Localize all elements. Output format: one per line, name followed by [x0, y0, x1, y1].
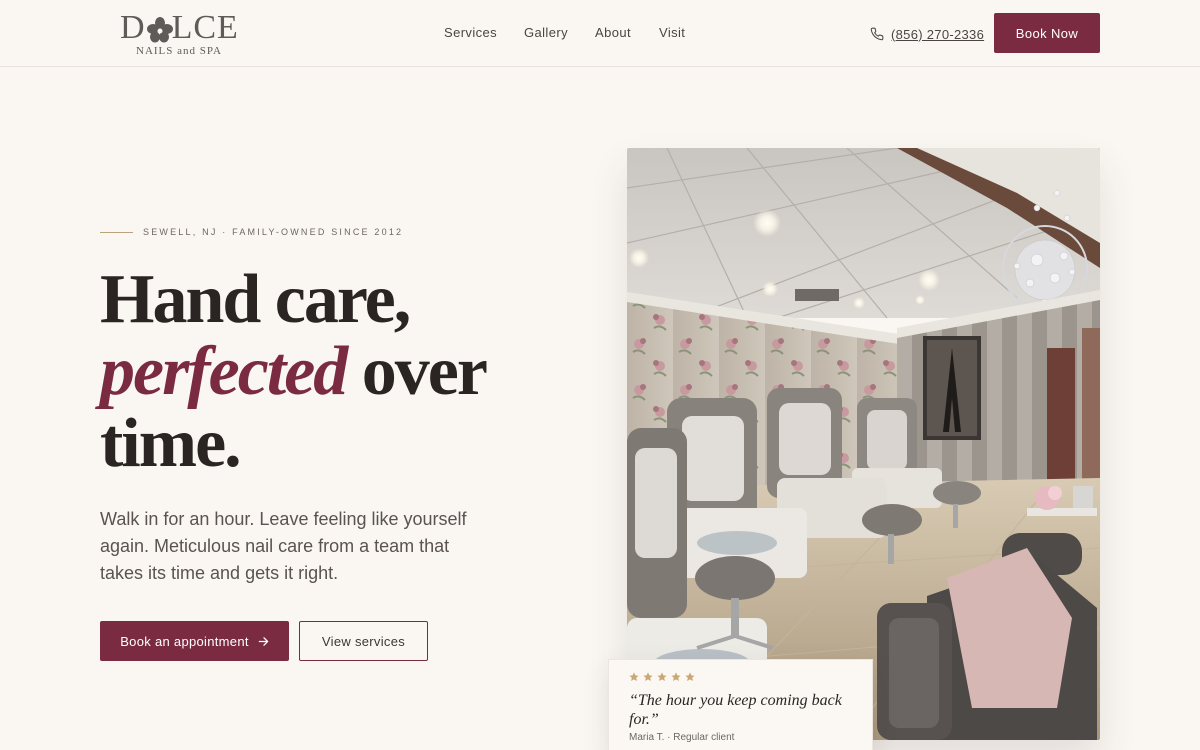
- phone-icon: [870, 27, 884, 41]
- headline-accent: perfected: [100, 333, 348, 410]
- nav-link-visit[interactable]: Visit: [659, 25, 685, 40]
- headline-line-2: perfected over: [100, 336, 560, 408]
- headline-line-2-rest: over: [346, 333, 488, 410]
- brand-logo[interactable]: D LCE NAILS and SPA: [120, 10, 240, 60]
- flower-icon: [147, 17, 173, 43]
- page: D LCE NAILS and SPA Services Gallery Abou…: [0, 0, 1200, 750]
- salon-illustration: [627, 148, 1100, 740]
- top-nav: D LCE NAILS and SPA Services Gallery Abou…: [0, 0, 1200, 67]
- phone-link[interactable]: (856) 270-2336: [870, 25, 984, 43]
- book-appointment-label: Book an appointment: [120, 633, 249, 649]
- headline-line-1: Hand care,: [100, 261, 411, 338]
- headline-line-3: time.: [100, 405, 242, 482]
- arrow-right-icon: [258, 636, 269, 646]
- review-author: Maria T. · Regular client: [629, 732, 735, 743]
- eyebrow-divider: [100, 231, 133, 233]
- hero-eyebrow: SEWELL, NJ · FAMILY-OWNED SINCE 2012: [100, 226, 403, 238]
- logo-tagline: NAILS and SPA: [136, 45, 222, 57]
- book-now-button[interactable]: Book Now: [994, 13, 1100, 53]
- star-icon: [685, 672, 695, 681]
- nav-link-services[interactable]: Services: [444, 25, 497, 40]
- logo-wordmark: D LCE: [120, 9, 239, 46]
- review-quote: “The hour you keep coming back for.”: [629, 692, 842, 728]
- star-icon: [643, 672, 653, 681]
- nav-link-about[interactable]: About: [595, 25, 631, 40]
- salon-photo: [627, 148, 1100, 740]
- star-icon: [657, 672, 667, 681]
- book-appointment-button[interactable]: Book an appointment: [100, 621, 289, 661]
- review-card: “The hour you keep coming back for.” Mar…: [608, 659, 873, 750]
- rating-stars: [629, 672, 695, 682]
- star-icon: [629, 672, 639, 681]
- view-services-button[interactable]: View services: [299, 621, 428, 661]
- star-icon: [671, 672, 681, 681]
- hero-lead: Walk in for an hour. Leave feeling like …: [100, 509, 467, 583]
- phone-number: (856) 270-2336: [891, 26, 985, 42]
- nav-link-gallery[interactable]: Gallery: [524, 25, 568, 40]
- hero-headline: Hand care, perfected over time.: [100, 264, 560, 480]
- eyebrow-text: SEWELL, NJ · FAMILY-OWNED SINCE 2012: [143, 227, 404, 237]
